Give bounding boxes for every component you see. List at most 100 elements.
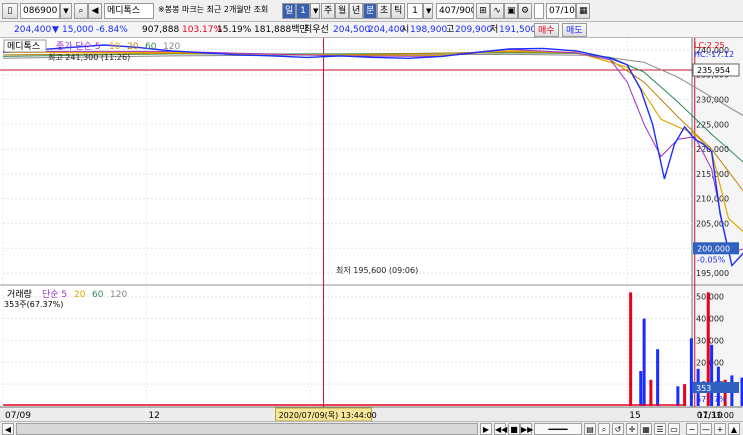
- price-change: 15,000: [62, 25, 94, 35]
- volume-bar: [629, 292, 633, 406]
- scroll-left-icon[interactable]: ◀: [2, 423, 14, 435]
- split-view-icon[interactable]: ▤: [584, 423, 596, 435]
- x-tick-label: 12: [148, 411, 159, 421]
- period-tick[interactable]: 틱: [391, 3, 405, 19]
- x-tick-label: 07/09: [5, 411, 31, 421]
- scroll-back-button[interactable]: —: [700, 423, 712, 435]
- crosshair-icon[interactable]: ✛: [626, 423, 638, 435]
- chart-scrollbar[interactable]: ◀ ▶ ◀◀ ■ ▶▶ ━━━━ ▤ ⌕ ↺ ✛ ▦ ☰ ▭ − — + ▲: [0, 421, 743, 435]
- price-tick-label: 195,000: [696, 269, 729, 278]
- volume-bar: [642, 318, 646, 406]
- zoom-slider[interactable]: ━━━━: [534, 423, 582, 435]
- sound-icon[interactable]: ◀: [88, 3, 102, 19]
- stock-code-input[interactable]: 086900: [20, 3, 60, 19]
- volume-legend-item: 단순 5: [42, 289, 67, 300]
- volume-tick-label: 40,000: [696, 315, 724, 324]
- scroll-thumb[interactable]: [16, 423, 478, 435]
- low-label: 저: [490, 25, 499, 35]
- settings-gear-icon[interactable]: ⚙: [518, 3, 532, 19]
- current-price-label: 200,000: [697, 244, 730, 253]
- data-count-field[interactable]: 407/900: [436, 3, 474, 19]
- period-dropdown-icon[interactable]: ▼: [310, 3, 320, 19]
- open-label: 시: [401, 25, 410, 35]
- interval-dropdown-icon[interactable]: ▼: [423, 3, 433, 19]
- triangle-up-icon[interactable]: ▲: [728, 423, 740, 435]
- reset-zoom-icon[interactable]: ↺: [612, 423, 624, 435]
- scroll-right-icon[interactable]: ▶: [480, 423, 492, 435]
- quote-bar: 204,400 ▼ 15,000 -6.84% 907,888 103.17% …: [0, 22, 743, 38]
- period-minute[interactable]: 분: [363, 3, 377, 19]
- price-tick-label: 205,000: [696, 219, 729, 228]
- sell-button[interactable]: 매도: [562, 23, 587, 37]
- volume-title: 거래량: [7, 288, 32, 300]
- calendar-icon[interactable]: ▦: [576, 3, 590, 19]
- window-menu-icon[interactable]: ▯: [2, 3, 18, 19]
- change-percent: -6.84%: [96, 25, 128, 35]
- period-day[interactable]: 일: [282, 3, 296, 19]
- price-legend-item: 20: [127, 42, 139, 52]
- period-month[interactable]: 월: [335, 3, 349, 19]
- buy-button[interactable]: 매수: [534, 23, 559, 37]
- period-year[interactable]: 년: [349, 3, 363, 19]
- price-legend-item: 60: [145, 42, 157, 52]
- zoom-in-button[interactable]: +: [714, 423, 726, 435]
- low-note: 최저 195,600 (09:06): [336, 265, 418, 275]
- stock-name-field: 메디톡스: [104, 3, 154, 19]
- price-legend-item: 종가 단순 5: [56, 41, 101, 52]
- price-tick-label: 230,000: [696, 96, 729, 105]
- toolbar: ▯ 086900 ▼ ⌕ ◀ 메디톡스 ※봉봉 마크는 최근 2개월만 조회 일…: [0, 0, 743, 22]
- date-input[interactable]: 07/10: [546, 3, 576, 19]
- hc-label: HC:-17.12: [694, 50, 734, 59]
- list-icon[interactable]: ☰: [654, 423, 666, 435]
- volume-value: 907,888: [142, 25, 180, 35]
- volume-bar: [683, 384, 687, 406]
- volume-note: 353주(67.37%): [4, 300, 63, 309]
- volume-tick-label: 20,000: [696, 358, 724, 367]
- chart-area[interactable]: 195,000200,000205,000210,000215,000220,0…: [0, 38, 743, 423]
- volume-bar: [639, 371, 643, 406]
- open-price: 198,900: [410, 25, 448, 35]
- period-day-count[interactable]: 1: [296, 3, 310, 19]
- high-note: 최고 241,300 (11:26): [48, 52, 130, 62]
- current-price: 204,400: [14, 25, 52, 35]
- interval-input[interactable]: 1: [407, 3, 423, 19]
- volume-tick-label: 30,000: [696, 336, 724, 345]
- low-price: 191,500: [499, 25, 537, 35]
- volume-bar: [676, 386, 680, 406]
- stock-chart[interactable]: 195,000200,000205,000210,000215,000220,0…: [0, 38, 743, 423]
- volume-legend-item: 120: [110, 290, 127, 300]
- cursor-date-label: 2020/07/09(목) 13:44:00: [279, 411, 377, 420]
- lc-label: LC:2.25: [694, 41, 725, 50]
- volume-legend-item: 60: [92, 290, 104, 300]
- chart-settings-icon[interactable]: ▭: [668, 423, 680, 435]
- volume-bar: [649, 379, 653, 406]
- volume-bar: [689, 338, 693, 406]
- indicator-icon[interactable]: ∿: [490, 3, 504, 19]
- best-ask-label: 최우선: [304, 25, 329, 35]
- current-pct-label: -0.05%: [697, 255, 726, 264]
- zoom-out-button[interactable]: −: [686, 423, 698, 435]
- chart-type-icon[interactable]: ⊞: [476, 3, 490, 19]
- date-checkbox[interactable]: [534, 3, 544, 19]
- search-icon[interactable]: ⌕: [74, 3, 88, 19]
- price-legend-item: 10: [109, 42, 121, 52]
- fast-back-icon[interactable]: ◀◀: [494, 423, 507, 435]
- best-bid-price: 204,400: [368, 25, 406, 35]
- fast-forward-icon[interactable]: ▶▶: [520, 423, 533, 435]
- period-second[interactable]: 초: [377, 3, 391, 19]
- price-legend-item: 120: [163, 42, 180, 52]
- price-tick-label: 225,000: [696, 120, 729, 129]
- volume-current-pct: 67.37%: [696, 395, 727, 404]
- period-week[interactable]: 주: [321, 3, 335, 19]
- volume-tick-label: 50,000: [696, 293, 724, 302]
- best-ask-price: 204,500: [333, 25, 371, 35]
- volume-bar: [656, 349, 660, 406]
- change-arrow: ▼: [52, 25, 59, 35]
- volume-legend-item: 20: [74, 290, 86, 300]
- grid-icon[interactable]: ▦: [640, 423, 652, 435]
- stop-icon[interactable]: ■: [508, 423, 520, 435]
- volume-current-label: 353: [696, 384, 711, 393]
- magnify-icon[interactable]: ⌕: [598, 423, 610, 435]
- code-dropdown-icon[interactable]: ▼: [60, 3, 72, 19]
- save-icon[interactable]: ▣: [504, 3, 518, 19]
